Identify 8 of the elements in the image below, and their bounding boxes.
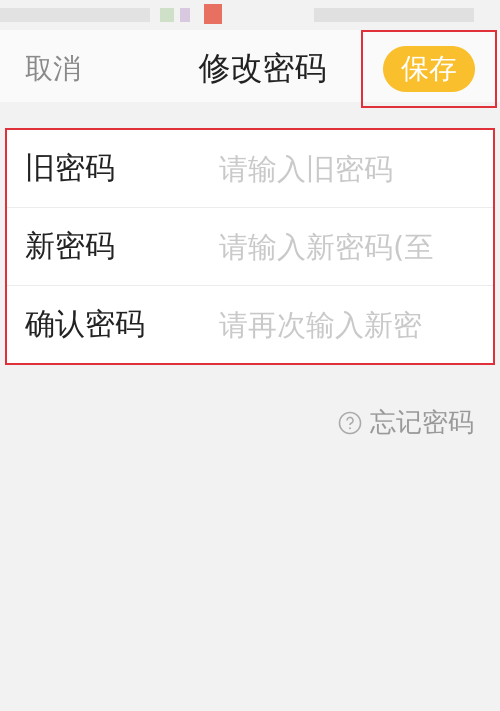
page-title: 修改密码 bbox=[198, 48, 326, 89]
help-icon bbox=[338, 410, 362, 434]
save-button[interactable]: 保存 bbox=[383, 46, 475, 92]
forgot-password-link[interactable]: 忘记密码 bbox=[370, 405, 474, 440]
field-label: 确认密码 bbox=[25, 306, 146, 344]
field-label: 新密码 bbox=[25, 228, 116, 266]
cancel-link[interactable]: 取消 bbox=[25, 50, 81, 88]
field-label: 旧密码 bbox=[25, 150, 116, 188]
